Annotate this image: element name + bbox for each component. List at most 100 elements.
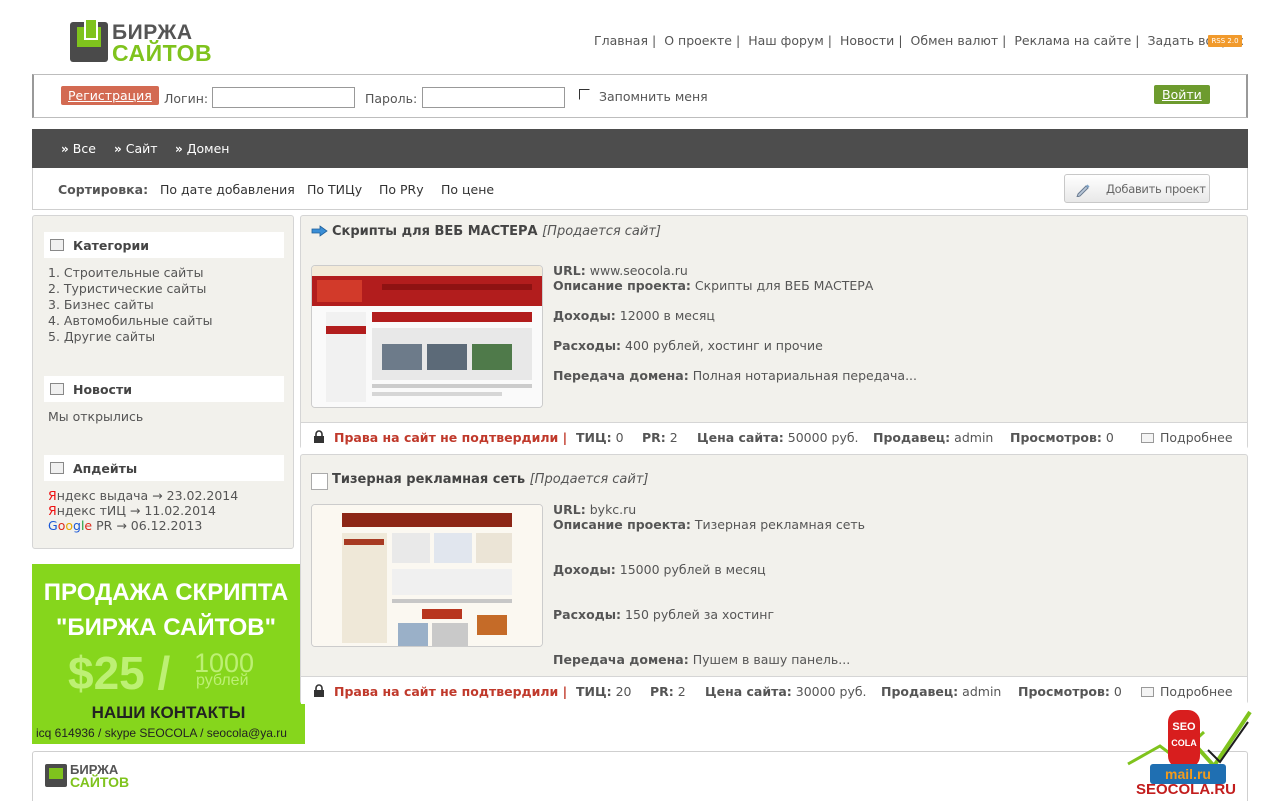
site-screenshot-image [312, 505, 542, 646]
listing-transfer-row: Передача домена: Пушем в вашу панель... [553, 652, 851, 667]
listing-card: Скрипты для ВЕБ МАСТЕРА [Продается сайт]… [300, 215, 1248, 450]
lock-icon [314, 684, 324, 697]
listing-views: Просмотров: 0 [1018, 684, 1122, 699]
register-button[interactable]: Регистрация [61, 86, 159, 105]
sort-by-pr[interactable]: По PRу [379, 182, 424, 197]
double-chevron-icon: » [61, 142, 69, 156]
listing-thumbnail[interactable] [311, 265, 543, 408]
listing-url-link[interactable]: bykc.ru [590, 502, 636, 517]
promo-price: $25 / [68, 647, 171, 699]
listing-card: Тизерная рекламная сеть [Продается сайт]… [300, 454, 1248, 704]
nav-advertising[interactable]: Реклама на сайте [1014, 33, 1131, 48]
details-link-text[interactable]: Подробнее [1160, 684, 1233, 699]
double-chevron-icon: » [114, 142, 122, 156]
rss-icon[interactable]: RSS 2.0 [1208, 35, 1242, 47]
rights-warning: Права на сайт не подтвердили | [334, 430, 568, 445]
sort-by-tic[interactable]: По ТИЦу [307, 182, 362, 197]
logo-icon [45, 764, 67, 787]
promo-banner[interactable]: ПРОДАЖА СКРИПТА "БИРЖА САЙТОВ" $25 / 100… [32, 564, 305, 744]
listing-seller: Продавец: admin [873, 430, 994, 445]
listing-seller: Продавец: admin [881, 684, 1002, 699]
password-input[interactable] [422, 87, 565, 108]
news-title: Новости [73, 382, 132, 397]
listing-tic: ТИЦ: 20 [576, 684, 632, 699]
add-project-label: Добавить проект [1106, 182, 1206, 196]
nav-forum[interactable]: Наш форум [748, 33, 824, 48]
details-link[interactable]: Подробнее [1141, 684, 1233, 699]
listing-transfer: Полная нотариальная передача... [692, 368, 917, 383]
login-label: Логин: [164, 91, 209, 106]
sort-label: Сортировка: [58, 182, 149, 197]
listing-thumbnail[interactable] [311, 504, 543, 647]
lock-icon [314, 430, 324, 443]
listing-url-row: URL: www.seocola.ru [553, 263, 688, 278]
listing-income: 15000 рублей в месяц [619, 562, 766, 577]
listing-title[interactable]: Скрипты для ВЕБ МАСТЕРА [Продается сайт] [332, 224, 661, 239]
listing-url-link[interactable]: www.seocola.ru [590, 263, 688, 278]
login-input[interactable] [212, 87, 355, 108]
listing-pr: PR: 2 [650, 684, 686, 699]
nav-currency-exchange[interactable]: Обмен валют [911, 33, 999, 48]
filter-domain[interactable]: » Домен [175, 141, 229, 156]
nav-news[interactable]: Новости [840, 33, 894, 48]
listing-footer: Права на сайт не подтвердили | ТИЦ: 20 P… [301, 676, 1247, 704]
listing-status: [Продается сайт] [542, 224, 661, 239]
listing-price: Цена сайта: 30000 руб. [705, 684, 867, 699]
listing-header: Скрипты для ВЕБ МАСТЕРА [Продается сайт] [301, 216, 1247, 246]
sort-by-price[interactable]: По цене [441, 182, 494, 197]
filter-all-label: Все [72, 141, 96, 156]
promo-contact-details: icq 614936 / skype SEOCOLA / seocola@ya.… [36, 726, 287, 740]
category-construction[interactable]: 1. Строительные сайты [48, 265, 203, 281]
listing-pr: PR: 2 [642, 430, 678, 445]
google-logo-text: Google [48, 518, 93, 533]
update-date: → 06.12.2013 [116, 518, 203, 533]
update-date: → 11.02.2014 [129, 503, 216, 518]
categories-title: Категории [73, 238, 149, 253]
update-name: ндекс тИЦ [56, 503, 126, 518]
site-logo[interactable]: БИРЖА САЙТОВ [70, 18, 220, 66]
category-auto[interactable]: 4. Автомобильные сайты [48, 313, 213, 329]
nav-home[interactable]: Главная [594, 33, 648, 48]
remember-label: Запомнить меня [599, 89, 708, 104]
details-link[interactable]: Подробнее [1141, 430, 1233, 445]
badge-brand-text: SEOCOLA.RU [1136, 781, 1236, 798]
sort-by-date[interactable]: По дате добавления [160, 182, 295, 197]
promo-unit: рублей [196, 672, 249, 689]
details-link-text[interactable]: Подробнее [1160, 430, 1233, 445]
image-placeholder-icon [311, 473, 328, 490]
badge-mail-text: mail.ru [1165, 766, 1211, 782]
category-tourism[interactable]: 2. Туристические сайты [48, 281, 206, 297]
updates-title: Апдейты [73, 461, 138, 476]
update-yandex-tic: Яндекс тИЦ → 11.02.2014 [48, 503, 216, 519]
login-button[interactable]: Войти [1154, 85, 1210, 104]
document-icon [1141, 687, 1154, 697]
badge-cola-text: COLA [1171, 738, 1197, 748]
listing-description: Тизерная рекламная сеть [694, 517, 866, 532]
top-navigation: Главная | О проекте | Наш форум | Новости | … [594, 33, 1244, 48]
category-business[interactable]: 3. Бизнес сайты [48, 297, 154, 313]
listing-title[interactable]: Тизерная рекламная сеть [Продается сайт] [332, 472, 648, 487]
filter-bar: » Все » Сайт » Домен [32, 129, 1248, 168]
yandex-letter: Я [48, 503, 57, 518]
listing-footer: Права на сайт не подтвердили | ТИЦ: 0 PR… [301, 422, 1247, 450]
listing-price: Цена сайта: 50000 руб. [697, 430, 859, 445]
category-other[interactable]: 5. Другие сайты [48, 329, 155, 345]
promo-contacts-title: НАШИ КОНТАКТЫ [91, 703, 246, 722]
filter-site[interactable]: » Сайт [114, 141, 158, 156]
filter-all[interactable]: » Все [61, 141, 96, 156]
nav-about[interactable]: О проекте [664, 33, 732, 48]
add-project-button[interactable]: Добавить проект [1064, 174, 1210, 203]
remember-checkbox[interactable] [579, 89, 590, 100]
seocola-badge-image[interactable]: SEO COLA mail.ru SEOCOLA.RU [1124, 706, 1254, 798]
calendar-icon [50, 239, 64, 251]
categories-header: Категории [44, 232, 284, 258]
document-icon [1141, 433, 1154, 443]
update-google-pr: Google PR → 06.12.2013 [48, 518, 202, 534]
logo-text-line2: САЙТОВ [112, 40, 213, 66]
filter-domain-label: Домен [186, 141, 230, 156]
listing-income-row: Доходы: 12000 в месяц [553, 308, 715, 323]
listing-transfer-row: Передача домена: Полная нотариальная пер… [553, 368, 917, 383]
listing-expense: 150 рублей за хостинг [625, 607, 775, 622]
news-item[interactable]: Мы открылись [48, 409, 143, 425]
listing-header: Тизерная рекламная сеть [Продается сайт] [301, 455, 1247, 490]
